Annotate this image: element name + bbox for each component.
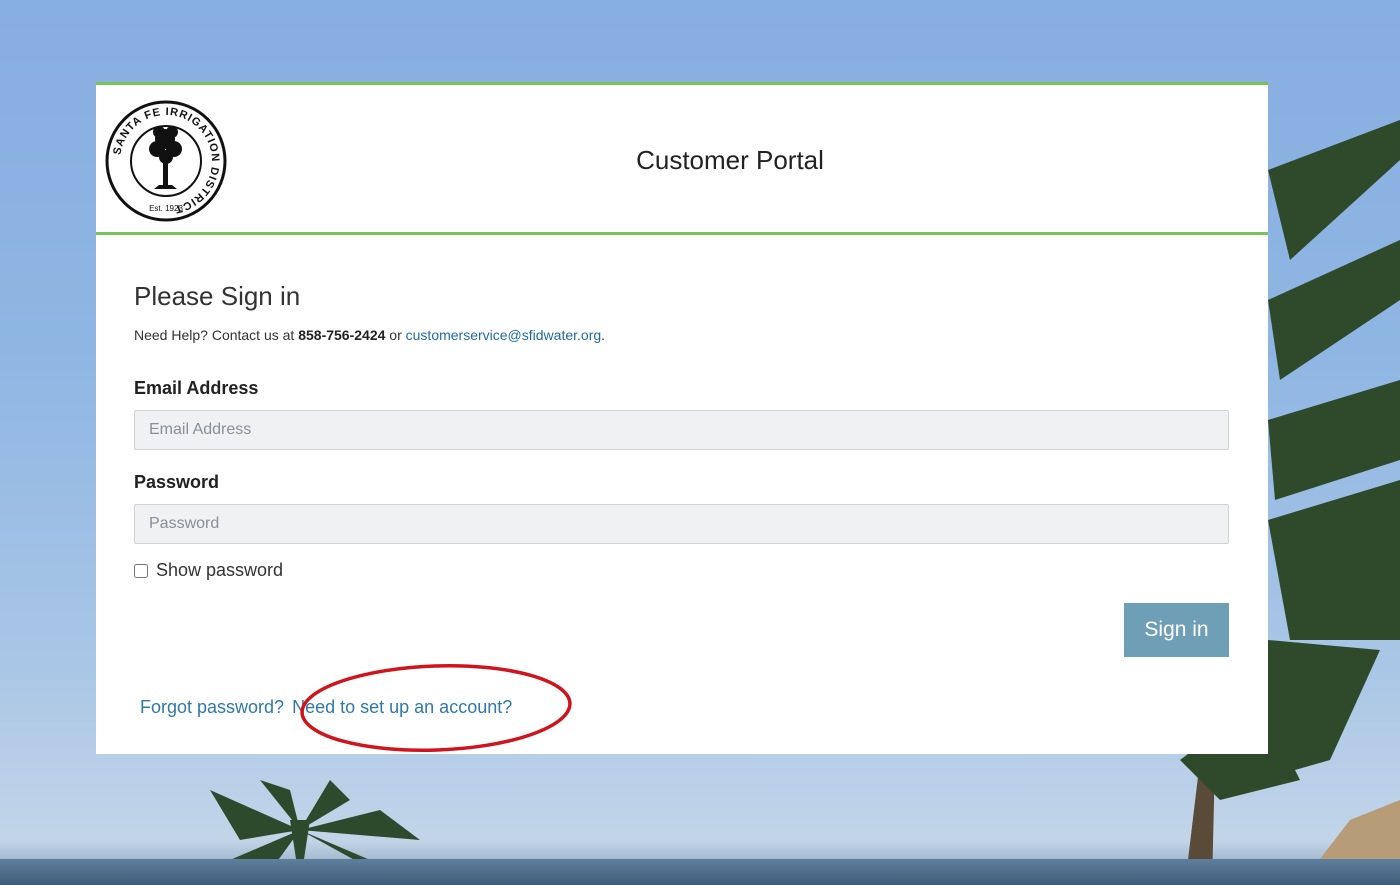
password-label: Password	[134, 472, 220, 492]
card-header: SANTA FE IRRIGATION DISTRICT Est. 1923 C…	[96, 85, 1268, 235]
signin-button[interactable]: Sign in	[1124, 603, 1229, 657]
show-password-label: Show password	[156, 560, 284, 580]
logo-est-text: Est. 1923	[149, 204, 183, 213]
forgot-password-link[interactable]: Forgot password?	[140, 697, 284, 717]
help-text: Need Help? Contact us at 858-756-2424 or…	[134, 327, 605, 343]
help-prefix: Need Help? Contact us at	[134, 327, 295, 343]
help-period: .	[601, 327, 606, 343]
login-card: SANTA FE IRRIGATION DISTRICT Est. 1923 C…	[96, 82, 1268, 754]
show-password-checkbox[interactable]	[134, 563, 148, 578]
annotation-circle	[300, 664, 572, 752]
email-label: Email Address	[134, 378, 259, 398]
support-email-link[interactable]: customerservice@sfidwater.org	[406, 327, 602, 343]
email-input[interactable]	[134, 410, 1229, 450]
page-title: Customer Portal	[636, 145, 824, 175]
password-input[interactable]	[134, 504, 1229, 544]
show-password-toggle[interactable]: Show password	[134, 560, 283, 581]
signin-heading: Please Sign in	[134, 281, 301, 311]
ocean-strip	[0, 859, 1400, 885]
help-or: or	[389, 327, 402, 343]
help-phone: 858-756-2424	[298, 327, 386, 343]
